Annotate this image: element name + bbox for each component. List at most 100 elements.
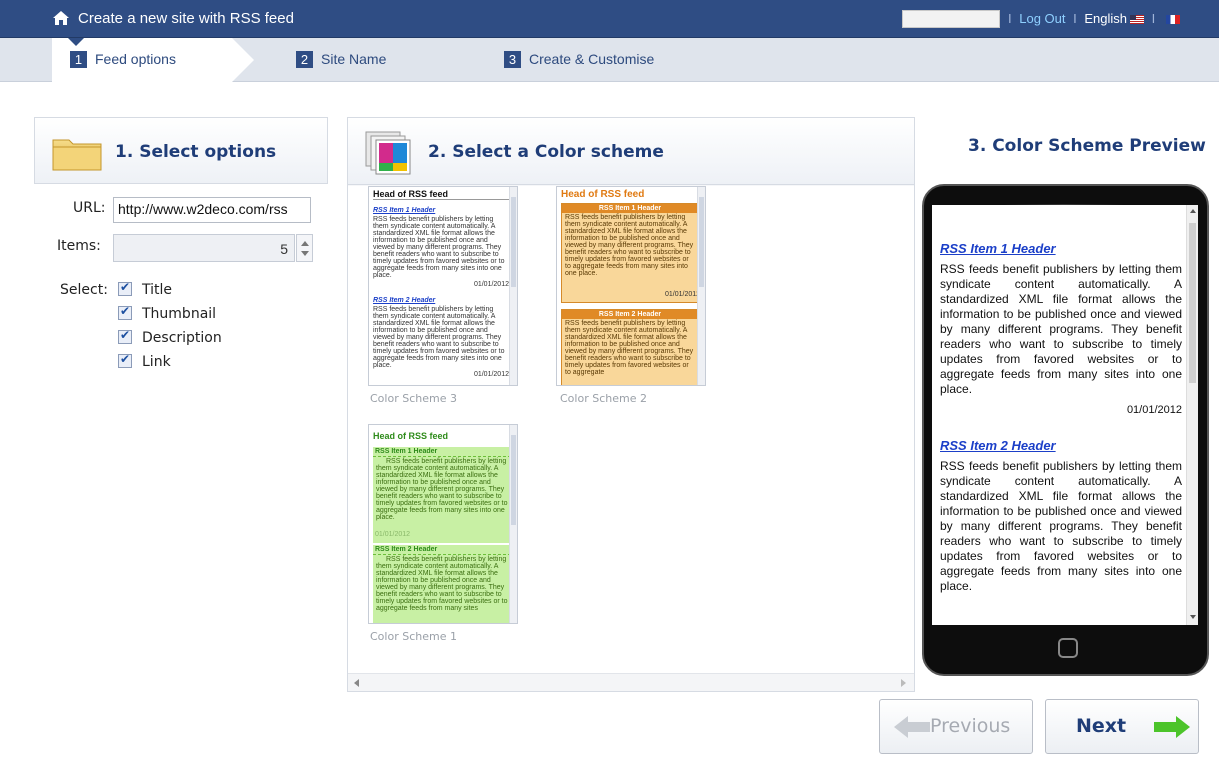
arrow-left-icon <box>894 716 930 738</box>
french-flag-icon[interactable] <box>1165 15 1180 25</box>
thumb-item-text: RSS feeds benefit publishers by letting … <box>376 458 508 521</box>
thumb-item-date: 01/01/2012 <box>473 281 509 288</box>
thumb-feed-title: Head of RSS feed <box>373 431 449 441</box>
thumb-item: RSS Item 1 Header RSS feeds benefit publ… <box>561 203 699 303</box>
link-checkbox[interactable] <box>118 352 132 368</box>
color-scheme-1-thumbnail[interactable]: Head of RSS feed RSS Item 1 Header RSS f… <box>368 424 518 624</box>
preview-screen: RSS Item 1 Header RSS feeds benefit publ… <box>932 205 1198 625</box>
header-links: I Log Out I English I <box>1004 11 1180 26</box>
thumb-item: RSS Item 1 Header RSS feeds benefit publ… <box>373 447 511 543</box>
thumb-scrollbar[interactable] <box>509 425 517 623</box>
title-checkbox[interactable] <box>118 280 132 296</box>
next-label: Next <box>1076 715 1127 737</box>
color-scheme-1-caption: Color Scheme 1 <box>370 630 457 643</box>
phone-home-button <box>1058 638 1078 658</box>
thumb-item: RSS Item 2 Header RSS feeds benefit publ… <box>561 309 699 385</box>
color-scheme-3-caption: Color Scheme 3 <box>370 392 457 405</box>
next-button[interactable]: Next <box>1045 699 1199 754</box>
home-icon[interactable] <box>52 9 70 27</box>
select-options-header: 1. Select options <box>34 117 328 184</box>
url-label: URL: <box>73 200 106 216</box>
thumb-item-date: 01/01/2012 <box>375 531 411 538</box>
color-scheme-2-thumbnail[interactable]: Head of RSS feed RSS Item 1 Header RSS f… <box>556 186 706 386</box>
color-scheme-icon <box>365 131 411 175</box>
thumb-item: RSS Item 1 Header RSS feeds benefit publ… <box>373 207 509 288</box>
step-site-name[interactable]: 2 Site Name <box>296 51 386 68</box>
step-label: Feed options <box>95 51 176 67</box>
thumb-item: RSS Item 2 Header RSS feeds benefit publ… <box>373 297 509 378</box>
us-flag-icon <box>1130 15 1145 25</box>
thumb-scrollbar[interactable] <box>697 187 705 385</box>
panel-title: 2. Select a Color scheme <box>428 142 664 162</box>
preview-item-text: RSS feeds benefit publishers by letting … <box>940 262 1182 396</box>
color-scheme-3-thumbnail[interactable]: Head of RSS feed RSS Item 1 Header RSS f… <box>368 186 518 386</box>
thumb-item-text: RSS feeds benefit publishers by letting … <box>565 214 694 277</box>
stepper-down-icon[interactable] <box>301 251 309 256</box>
wizard-steps: 1 Feed options 2 Site Name 3 Create & Custo… <box>0 38 1219 82</box>
thumb-item-text: RSS feeds benefit publishers by letting … <box>373 216 505 279</box>
thumb-scrollbar[interactable] <box>509 187 517 385</box>
arrow-right-icon <box>1154 716 1190 738</box>
items-label: Items: <box>57 238 101 254</box>
color-scheme-2-caption: Color Scheme 2 <box>560 392 647 405</box>
separator: I <box>1008 11 1012 26</box>
preview-scrollbar[interactable] <box>1186 205 1198 625</box>
preview-title: 3. Color Scheme Preview <box>968 136 1206 156</box>
scroll-thumb[interactable] <box>1189 223 1196 383</box>
stepper-up-icon[interactable] <box>301 241 309 246</box>
scroll-up-icon[interactable] <box>1190 209 1196 213</box>
thumb-feed-title: Head of RSS feed <box>561 189 645 200</box>
top-bar: Create a new site with RSS feed I Log Ou… <box>0 0 1219 38</box>
url-input[interactable]: http://www.w2deco.com/rss <box>113 197 311 223</box>
preview-item-date: 01/01/2012 <box>1126 404 1182 416</box>
thumb-item-date: 01/01/2012 <box>665 291 701 298</box>
scroll-left-icon[interactable] <box>354 679 359 687</box>
step-create-customise[interactable]: 3 Create & Customise <box>504 51 654 68</box>
separator: I <box>1151 11 1156 26</box>
phone-preview: RSS Item 1 Header RSS feeds benefit publ… <box>922 184 1209 676</box>
scroll-down-icon[interactable] <box>1190 615 1196 619</box>
color-scheme-panel: 2. Select a Color scheme Head of RSS fee… <box>347 117 915 692</box>
step-pointer <box>68 38 84 46</box>
preview-item-header[interactable]: RSS Item 2 Header <box>940 438 1182 453</box>
thumb-item-header: RSS Item 2 Header <box>562 310 698 319</box>
thumb-feed-title: Head of RSS feed <box>373 189 511 200</box>
checkbox-label: Thumbnail <box>142 306 217 322</box>
preview-item: RSS Item 2 Header RSS feeds benefit publ… <box>940 438 1182 594</box>
thumb-item-header: RSS Item 1 Header <box>562 204 698 213</box>
thumb-item: RSS Item 2 Header RSS feeds benefit publ… <box>373 545 511 623</box>
panel-title: 1. Select options <box>115 142 277 162</box>
previous-label: Previous <box>930 715 1011 737</box>
scroll-right-icon[interactable] <box>901 679 906 687</box>
thumbnail-checkbox[interactable] <box>118 304 132 320</box>
checkbox-label: Title <box>142 282 173 298</box>
step-number: 1 <box>70 51 87 68</box>
color-scheme-list: Head of RSS feed RSS Item 1 Header RSS f… <box>348 186 914 673</box>
page-title: Create a new site with RSS feed <box>78 10 294 27</box>
language-selector[interactable]: English <box>1084 11 1145 26</box>
items-input[interactable]: 5 <box>113 234 295 262</box>
thumb-item-text: RSS feeds benefit publishers by letting … <box>373 306 505 369</box>
thumb-item-header: RSS Item 2 Header <box>373 297 436 304</box>
step-label: Site Name <box>321 51 387 67</box>
description-checkbox[interactable] <box>118 328 132 344</box>
step-label: Create & Customise <box>529 51 655 67</box>
color-scheme-header: 2. Select a Color scheme <box>348 118 914 185</box>
previous-button[interactable]: Previous <box>879 699 1033 754</box>
preview-item: RSS Item 1 Header RSS feeds benefit publ… <box>940 241 1182 418</box>
step-feed-options[interactable]: 1 Feed options <box>70 51 176 68</box>
items-stepper[interactable] <box>296 234 313 262</box>
thumb-item-header: RSS Item 1 Header <box>373 447 511 457</box>
logout-link[interactable]: Log Out <box>1019 11 1065 26</box>
thumb-item-date: 01/01/2012 <box>473 371 509 378</box>
preview-item-text: RSS feeds benefit publishers by letting … <box>940 459 1182 593</box>
language-label: English <box>1084 11 1128 26</box>
step-number: 2 <box>296 51 313 68</box>
horizontal-scrollbar[interactable] <box>348 673 914 691</box>
checkbox-label: Link <box>142 354 171 370</box>
checkbox-label: Description <box>142 330 222 346</box>
preview-item-header[interactable]: RSS Item 1 Header <box>940 241 1182 256</box>
separator: I <box>1073 11 1077 26</box>
thumb-item-header: RSS Item 2 Header <box>373 545 511 555</box>
folder-icon <box>52 139 102 171</box>
